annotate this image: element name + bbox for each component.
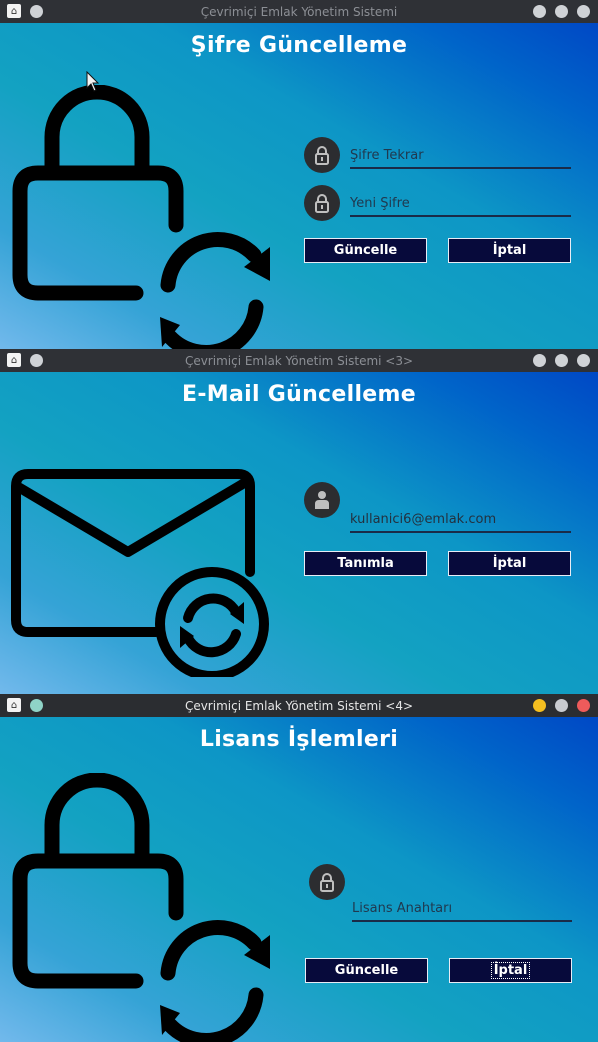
window-title: Çevrimiçi Emlak Yönetim Sistemi [200,4,398,19]
cancel-button[interactable]: İptal [449,958,572,983]
lock-icon [304,185,340,221]
close-button[interactable] [577,5,590,18]
page-title: E-Mail Güncelleme [182,382,416,407]
window-menu-dot[interactable] [30,354,43,367]
title-bar[interactable]: ⌂ Çevrimiçi Emlak Yönetim Sistemi <4> [0,694,598,717]
window-menu-dot[interactable] [30,5,43,18]
title-bar[interactable]: ⌂ Çevrimiçi Emlak Yönetim Sistemi <3> [0,349,598,372]
app-icon: ⌂ [7,698,21,712]
page-title: Şifre Güncelleme [190,33,408,58]
window-menu-dot[interactable] [30,699,43,712]
maximize-button[interactable] [555,699,568,712]
lock-icon [309,864,345,900]
minimize-button[interactable] [533,5,546,18]
email-field[interactable] [350,507,571,533]
window-license-operations: ⌂ Çevrimiçi Emlak Yönetim Sistemi <4> Li… [0,694,598,1042]
password-repeat-field[interactable] [350,143,571,169]
minimize-button[interactable] [533,699,546,712]
mouse-pointer-icon [86,71,100,92]
cancel-button[interactable]: İptal [448,551,571,576]
window-title: Çevrimiçi Emlak Yönetim Sistemi <4> [184,698,414,713]
lock-refresh-icon [12,85,270,350]
title-bar[interactable]: ⌂ Çevrimiçi Emlak Yönetim Sistemi [0,0,598,23]
maximize-button[interactable] [555,354,568,367]
cancel-button[interactable]: İptal [448,238,571,263]
mail-refresh-icon [11,469,269,677]
close-button[interactable] [577,354,590,367]
window-title: Çevrimiçi Emlak Yönetim Sistemi <3> [184,353,414,368]
app-icon: ⌂ [7,353,21,367]
close-button[interactable] [577,699,590,712]
page-title: Lisans İşlemleri [199,727,399,752]
user-icon [304,482,340,518]
lock-icon [304,137,340,173]
minimize-button[interactable] [533,354,546,367]
app-icon: ⌂ [7,4,21,18]
window-password-update: ⌂ Çevrimiçi Emlak Yönetim Sistemi Şifre … [0,0,598,350]
lock-refresh-icon [12,773,270,1042]
license-key-field[interactable] [352,896,572,922]
update-button[interactable]: Güncelle [304,238,427,263]
maximize-button[interactable] [555,5,568,18]
cancel-button-label: İptal [490,962,531,979]
window-email-update: ⌂ Çevrimiçi Emlak Yönetim Sistemi <3> E-… [0,349,598,694]
update-button[interactable]: Güncelle [305,958,428,983]
new-password-field[interactable] [350,191,571,217]
define-button[interactable]: Tanımla [304,551,427,576]
